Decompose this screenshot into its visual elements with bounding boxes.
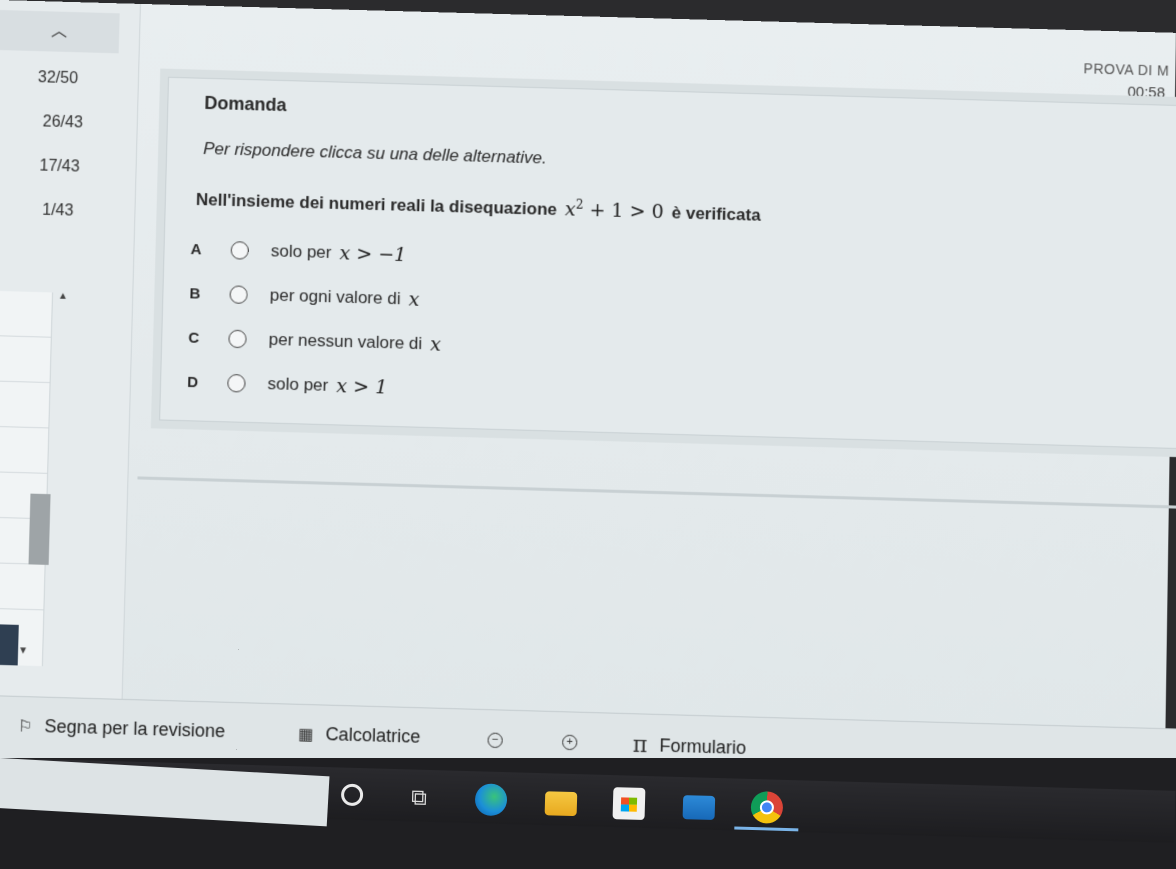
sidebar-question-list[interactable] [0, 290, 54, 667]
option-letter: B [189, 284, 201, 303]
sidebar-scrollbar-thumb[interactable] [28, 493, 51, 565]
list-item[interactable] [0, 290, 53, 338]
calculator-button[interactable]: ▦ Calcolatrice [298, 723, 421, 748]
math-base: x [564, 198, 576, 221]
calculator-label: Calcolatrice [325, 723, 421, 747]
chrome-icon[interactable] [750, 790, 784, 824]
chevron-up-icon: ︿ [50, 22, 68, 40]
sidebar-item[interactable]: 1/43 [42, 202, 74, 221]
sidebar-item-label: 1/43 [42, 201, 74, 220]
search-icon[interactable] [340, 783, 364, 807]
question-math: x2 + 1 > 0 [564, 197, 664, 224]
scroll-up-icon[interactable]: ▲ [58, 291, 68, 302]
option-d[interactable]: D solo per x > 1 [187, 360, 441, 411]
exam-app-window: ︿ 32/50 26/43 17/43 1/43 ▲ ▼ PROVA DI M … [0, 0, 1176, 841]
option-label: per ogni valore di [269, 285, 401, 309]
question-sidebar: ︿ 32/50 26/43 17/43 1/43 ▲ ▼ [0, 0, 141, 699]
sidebar-selected-indicator [0, 623, 19, 666]
edge-browser-icon[interactable] [474, 783, 508, 817]
pi-icon: π [632, 732, 648, 759]
math-exponent: 2 [575, 197, 584, 212]
exam-timer: 00:58 [1127, 83, 1166, 102]
screen: ︿ 32/50 26/43 17/43 1/43 ▲ ▼ PROVA DI M … [0, 0, 1176, 869]
windows-taskbar: ⧉ [0, 758, 1176, 869]
option-label: solo per [270, 241, 332, 263]
scroll-down-icon[interactable]: ▼ [18, 645, 28, 656]
option-b[interactable]: B per ogni valore di x [189, 271, 443, 322]
option-letter: C [188, 329, 200, 347]
option-letter: D [187, 373, 199, 391]
zoom-out-button[interactable]: − [487, 732, 503, 749]
zoom-in-icon: + [562, 734, 578, 751]
sidebar-item[interactable]: 17/43 [39, 157, 80, 176]
sidebar-collapse-button[interactable]: ︿ [0, 9, 120, 54]
sidebar-item-label: 26/43 [42, 113, 83, 132]
question-panel: Domanda Per rispondere clicca su una del… [159, 76, 1176, 450]
option-math: x > 1 [336, 374, 388, 399]
radio-button[interactable] [227, 373, 246, 393]
formulary-label: Formulario [659, 735, 747, 759]
question-instructions: Per rispondere clicca su una delle alter… [203, 138, 547, 168]
question-text-before: Nell'insieme dei numeri reali la disequa… [195, 190, 558, 220]
zoom-out-icon: − [487, 732, 503, 749]
microsoft-store-icon[interactable] [612, 787, 646, 821]
flag-icon: ⚐ [17, 717, 33, 736]
file-explorer-icon[interactable] [544, 791, 578, 817]
zoom-in-button[interactable]: + [562, 734, 578, 751]
flag-for-review-label: Segna per la revisione [44, 715, 226, 742]
list-item[interactable] [0, 381, 50, 429]
option-math: x > −1 [339, 242, 407, 267]
sidebar-item[interactable]: 26/43 [42, 113, 83, 132]
option-a[interactable]: A solo per x > −1 [190, 227, 444, 278]
list-item[interactable] [0, 336, 51, 384]
calculator-icon: ▦ [297, 725, 314, 744]
radio-button[interactable] [229, 285, 248, 304]
option-label: per nessun valore di [268, 329, 423, 354]
sidebar-item[interactable]: 32/50 [38, 69, 79, 88]
list-item[interactable] [0, 563, 45, 611]
exam-title: PROVA DI M [1083, 60, 1170, 79]
list-item[interactable] [0, 426, 49, 474]
question-text-after: è verificata [671, 203, 761, 226]
answer-options: A solo per x > −1 B per ogni valore di x… [187, 227, 444, 411]
taskbar-strip: ⧉ [0, 758, 1176, 843]
content-divider [137, 476, 1176, 511]
sidebar-item-label: 17/43 [39, 157, 80, 176]
math-rest: + 1 > 0 [589, 199, 664, 224]
option-label: solo per [267, 374, 329, 395]
radio-button[interactable] [230, 241, 250, 260]
active-app-indicator [734, 826, 799, 832]
flag-for-review-button[interactable]: ⚐ Segna per la revisione [18, 715, 226, 742]
screen-bezel-edge [0, 758, 330, 827]
sidebar-item-label: 32/50 [37, 69, 79, 88]
formulary-button[interactable]: π Formulario [632, 733, 746, 762]
option-math: x [430, 333, 442, 356]
mail-icon[interactable] [682, 795, 716, 820]
question-heading: Domanda [204, 92, 287, 116]
option-letter: A [190, 240, 202, 258]
radio-button[interactable] [228, 329, 247, 349]
option-c[interactable]: C per nessun valore di x [188, 315, 442, 366]
task-view-icon[interactable]: ⧉ [403, 781, 436, 814]
option-math: x [408, 288, 420, 311]
question-text: Nell'insieme dei numeri reali la disequa… [196, 187, 761, 226]
